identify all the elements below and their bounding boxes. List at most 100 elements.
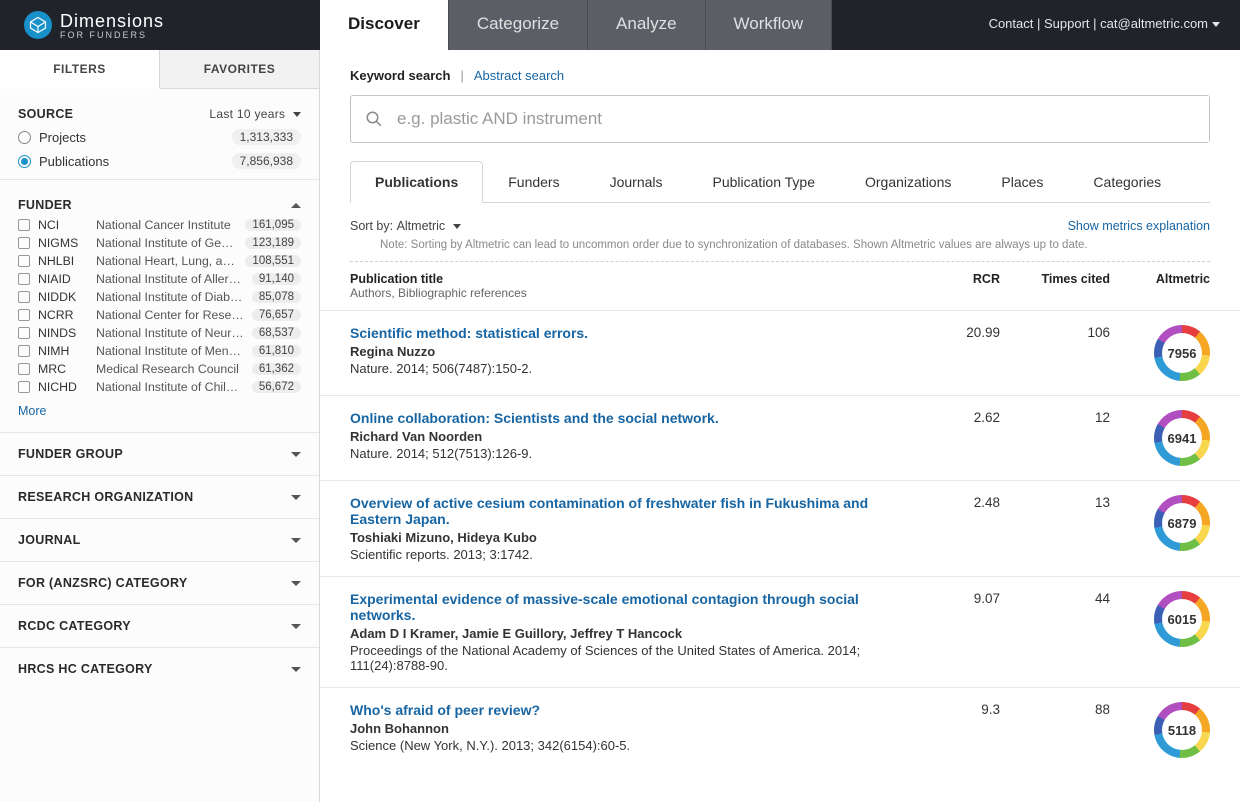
funder-full: Medical Research Council	[96, 362, 244, 376]
result-row: Online collaboration: Scientists and the…	[320, 395, 1240, 480]
funder-head[interactable]: FUNDER	[18, 194, 301, 216]
source-section: SOURCE Last 10 years Projects 1,313,333 …	[0, 89, 319, 179]
result-title[interactable]: Online collaboration: Scientists and the…	[350, 410, 920, 426]
result-row: Overview of active cesium contamination …	[320, 480, 1240, 576]
sidebar-tabs: FILTERS FAVORITES	[0, 50, 319, 89]
funder-abbr: NIMH	[38, 344, 88, 358]
result-altmetric: 6941	[1110, 410, 1210, 466]
altmetric-badge[interactable]: 6879	[1154, 495, 1210, 551]
result-tabs: Publications Funders Journals Publicatio…	[350, 161, 1210, 203]
checkbox-icon	[18, 345, 30, 357]
funder-row[interactable]: NINDS National Institute of Neurolo... 6…	[18, 324, 301, 342]
result-times-cited: 88	[1000, 702, 1110, 758]
funder-abbr: NCRR	[38, 308, 88, 322]
result-rcr: 20.99	[920, 325, 1000, 381]
funder-count: 85,078	[252, 291, 301, 303]
result-title[interactable]: Experimental evidence of massive-scale e…	[350, 591, 920, 623]
metrics-explanation-link[interactable]: Show metrics explanation	[1068, 219, 1210, 233]
tab-funders[interactable]: Funders	[483, 161, 584, 202]
funder-abbr: NCI	[38, 218, 88, 232]
altmetric-badge[interactable]: 6941	[1154, 410, 1210, 466]
chevron-up-icon	[291, 203, 301, 208]
source-head[interactable]: SOURCE Last 10 years	[18, 103, 301, 125]
tab-workflow[interactable]: Workflow	[706, 0, 833, 50]
tab-discover[interactable]: Discover	[320, 0, 449, 50]
source-projects[interactable]: Projects 1,313,333	[18, 125, 301, 149]
search-icon	[351, 110, 397, 128]
funder-full: National Institute of Allergy a...	[96, 272, 244, 286]
tab-journals[interactable]: Journals	[585, 161, 688, 202]
funder-full: National Heart, Lung, and Blo...	[96, 254, 237, 268]
support-link[interactable]: Support	[1044, 16, 1090, 31]
checkbox-icon	[18, 255, 30, 267]
funder-row[interactable]: NIMH National Institute of Mental ... 61…	[18, 342, 301, 360]
tab-organizations[interactable]: Organizations	[840, 161, 976, 202]
funder-row[interactable]: MRC Medical Research Council 61,362	[18, 360, 301, 378]
filter-section[interactable]: HRCS HC CATEGORY	[0, 647, 319, 690]
source-publications-label: Publications	[39, 154, 109, 169]
tab-places[interactable]: Places	[976, 161, 1068, 202]
tab-publication-type[interactable]: Publication Type	[688, 161, 840, 202]
funder-row[interactable]: NCI National Cancer Institute 161,095	[18, 216, 301, 234]
result-title[interactable]: Overview of active cesium contamination …	[350, 495, 920, 527]
funder-full: National Cancer Institute	[96, 218, 237, 232]
section-label: RESEARCH ORGANIZATION	[18, 490, 194, 504]
tab-categories[interactable]: Categories	[1068, 161, 1186, 202]
altmetric-badge[interactable]: 6015	[1154, 591, 1210, 647]
divider: |	[460, 68, 463, 83]
result-reference: Nature. 2014; 506(7487):150-2.	[350, 361, 920, 376]
filter-section[interactable]: FUNDER GROUP	[0, 432, 319, 475]
funder-full: National Institute of General ...	[96, 236, 237, 250]
nav-tabs: Discover Categorize Analyze Workflow	[320, 0, 832, 50]
result-title[interactable]: Who's afraid of peer review?	[350, 702, 920, 718]
sort-select[interactable]: Altmetric	[397, 219, 461, 233]
funder-count: 76,657	[252, 309, 301, 321]
funder-abbr: MRC	[38, 362, 88, 376]
user-menu[interactable]: cat@altmetric.com	[1100, 16, 1220, 31]
funder-label: FUNDER	[18, 198, 72, 212]
section-label: FUNDER GROUP	[18, 447, 123, 461]
source-publications[interactable]: Publications 7,856,938	[18, 149, 301, 173]
funder-row[interactable]: NIAID National Institute of Allergy a...…	[18, 270, 301, 288]
contact-link[interactable]: Contact	[989, 16, 1034, 31]
funder-more-link[interactable]: More	[18, 396, 46, 426]
filter-section[interactable]: JOURNAL	[0, 518, 319, 561]
tab-publications[interactable]: Publications	[350, 161, 483, 203]
source-range[interactable]: Last 10 years	[209, 107, 301, 121]
funder-count: 68,537	[252, 327, 301, 339]
sidebar-tab-filters[interactable]: FILTERS	[0, 50, 160, 89]
funder-row[interactable]: NICHD National Institute of Child He... …	[18, 378, 301, 396]
result-title[interactable]: Scientific method: statistical errors.	[350, 325, 920, 341]
sort-note: Note: Sorting by Altmetric can lead to u…	[350, 239, 1210, 262]
funder-abbr: NHLBI	[38, 254, 88, 268]
checkbox-icon	[18, 237, 30, 249]
result-altmetric: 6015	[1110, 591, 1210, 673]
funder-row[interactable]: NIGMS National Institute of General ... …	[18, 234, 301, 252]
section-label: HRCS HC CATEGORY	[18, 662, 153, 676]
search-input[interactable]	[397, 96, 1209, 142]
section-label: JOURNAL	[18, 533, 81, 547]
filter-section[interactable]: FOR (ANZSRC) CATEGORY	[0, 561, 319, 604]
sort-row: Sort by: Altmetric Show metrics explanat…	[320, 203, 1240, 239]
user-email: cat@altmetric.com	[1100, 16, 1208, 31]
tab-categorize[interactable]: Categorize	[449, 0, 588, 50]
sidebar-tab-favorites[interactable]: FAVORITES	[160, 50, 319, 89]
result-rcr: 2.62	[920, 410, 1000, 466]
altmetric-badge[interactable]: 5118	[1154, 702, 1210, 758]
funder-row[interactable]: NHLBI National Heart, Lung, and Blo... 1…	[18, 252, 301, 270]
abstract-search-link[interactable]: Abstract search	[474, 68, 564, 83]
funder-row[interactable]: NIDDK National Institute of Diabete... 8…	[18, 288, 301, 306]
result-times-cited: 44	[1000, 591, 1110, 673]
tab-analyze[interactable]: Analyze	[588, 0, 705, 50]
filter-section[interactable]: RESEARCH ORGANIZATION	[0, 475, 319, 518]
result-times-cited: 106	[1000, 325, 1110, 381]
altmetric-badge[interactable]: 7956	[1154, 325, 1210, 381]
col-times-cited: Times cited	[1000, 272, 1110, 300]
funder-abbr: NICHD	[38, 380, 88, 394]
caret-down-icon	[293, 112, 301, 117]
filter-section[interactable]: RCDC CATEGORY	[0, 604, 319, 647]
brand: Dimensions FOR FUNDERS	[0, 0, 320, 50]
funder-full: National Institute of Child He...	[96, 380, 244, 394]
result-reference: Proceedings of the National Academy of S…	[350, 643, 920, 673]
funder-row[interactable]: NCRR National Center for Research... 76,…	[18, 306, 301, 324]
